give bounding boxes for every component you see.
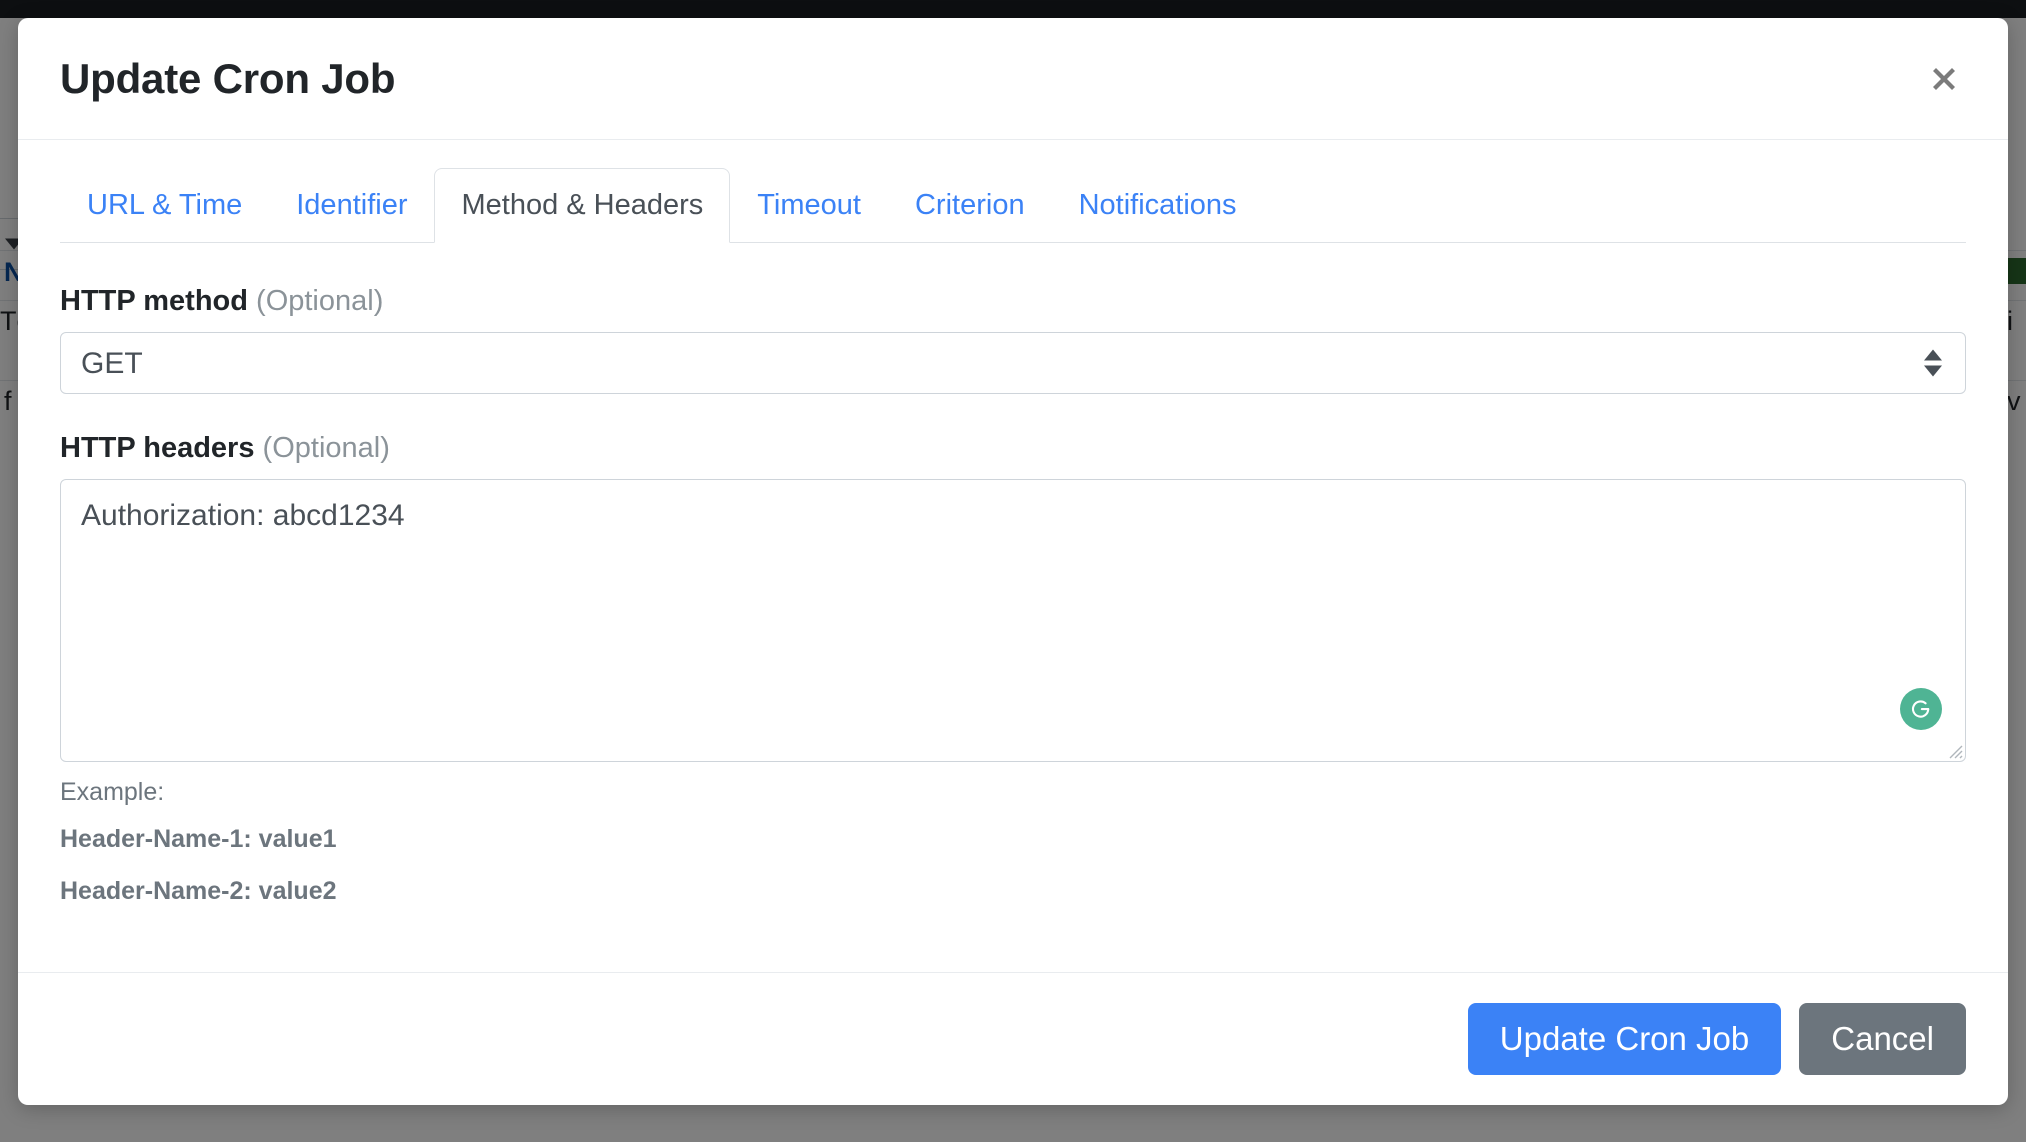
http-method-label: HTTP method (Optional): [60, 285, 1966, 318]
http-method-select[interactable]: GETPOSTOPTIONSHEADPUTDELETETRACECONNECTP…: [60, 332, 1966, 394]
tab-identifier[interactable]: Identifier: [269, 168, 434, 243]
grammarly-glyph: [1912, 700, 1930, 718]
example-line-2: Header-Name-2: value2: [60, 877, 337, 905]
close-button[interactable]: [1922, 57, 1966, 101]
http-method-select-wrap: GETPOSTOPTIONSHEADPUTDELETETRACECONNECTP…: [60, 332, 1966, 394]
http-headers-label: HTTP headers (Optional): [60, 432, 1966, 465]
tab-method-and-headers[interactable]: Method & Headers: [434, 168, 731, 243]
tab-criterion[interactable]: Criterion: [888, 168, 1052, 243]
example-line-1: Header-Name-1: value1: [60, 825, 337, 853]
http-method-optional-text: (Optional): [256, 285, 384, 317]
modal-header: Update Cron Job: [18, 18, 2008, 140]
http-headers-textarea[interactable]: [60, 479, 1966, 762]
modal-body: URL & Time Identifier Method & Headers T…: [18, 140, 2008, 972]
tab-url-and-time[interactable]: URL & Time: [60, 168, 269, 243]
update-cron-job-dialog: Update Cron Job URL & Time Identifier Me…: [18, 18, 2008, 1105]
http-method-label-text: HTTP method: [60, 285, 248, 317]
tab-timeout[interactable]: Timeout: [730, 168, 888, 243]
headers-example-block: Example: Header-Name-1: value1 Header-Na…: [60, 778, 1966, 906]
tab-notifications[interactable]: Notifications: [1052, 168, 1264, 243]
page-root: N Tе f ai ov Update Cron Job: [0, 0, 2026, 1142]
dialog-title: Update Cron Job: [60, 54, 396, 102]
http-headers-textarea-wrap: [60, 479, 1966, 762]
grammarly-icon[interactable]: [1900, 688, 1942, 730]
dialog-tabs: URL & Time Identifier Method & Headers T…: [60, 168, 1966, 243]
http-headers-optional-text: (Optional): [262, 432, 390, 464]
http-headers-label-text: HTTP headers: [60, 432, 255, 464]
update-cron-job-button[interactable]: Update Cron Job: [1467, 1003, 1782, 1075]
close-icon: [1933, 67, 1955, 90]
example-caption: Example:: [60, 778, 165, 806]
modal-footer: Update Cron Job Cancel: [18, 972, 2008, 1105]
resize-handle-icon[interactable]: [1945, 741, 1963, 759]
cancel-button[interactable]: Cancel: [1799, 1003, 1966, 1075]
